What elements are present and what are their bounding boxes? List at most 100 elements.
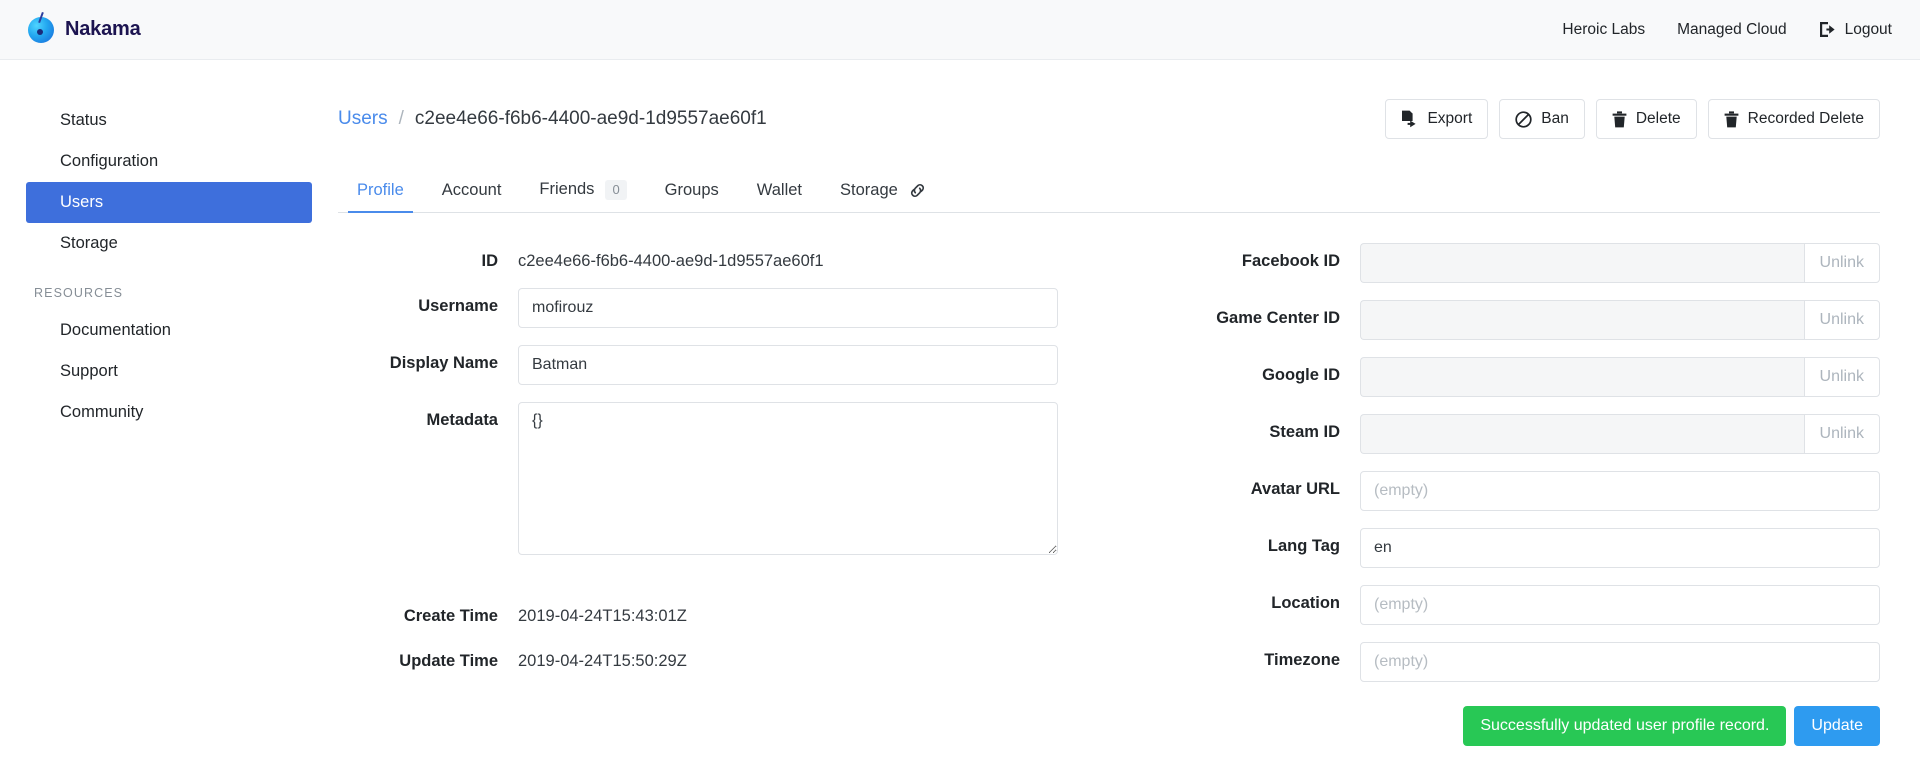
tab-label: Groups	[664, 180, 719, 199]
nav-link-label: Managed Cloud	[1677, 20, 1787, 38]
brand[interactable]: Nakama	[28, 16, 141, 43]
delete-button-label: Delete	[1635, 110, 1681, 127]
field-row-id: ID c2ee4e66-f6b6-4400-ae9d-1d9557ae60f1	[338, 243, 1058, 271]
steam-unlink-button[interactable]: Unlink	[1803, 413, 1880, 454]
recorded-delete-button[interactable]: Recorded Delete	[1707, 99, 1880, 139]
field-row-username: Username	[338, 287, 1058, 328]
sign-out-icon	[1819, 21, 1838, 38]
metadata-textarea[interactable]: {}	[518, 401, 1058, 555]
sidebar-section-resources: RESOURCES	[34, 286, 124, 300]
field-row-update-time: Update Time 2019-04-24T15:50:29Z	[338, 643, 1058, 671]
field-row-display-name: Display Name	[338, 344, 1058, 385]
lang-tag-input[interactable]	[1360, 527, 1880, 568]
timezone-input[interactable]	[1360, 641, 1880, 682]
export-button-label: Export	[1427, 110, 1473, 127]
steam-id-input	[1360, 413, 1804, 454]
avatar-url-input[interactable]	[1360, 470, 1880, 511]
form-footer: Successfully updated user profile record…	[1160, 705, 1880, 746]
sidebar-item-storage[interactable]: Storage	[26, 223, 312, 264]
tab-friends[interactable]: Friends 0	[520, 170, 645, 212]
breadcrumb-current-user-id: c2ee4e66-f6b6-4400-ae9d-1d9557ae60f1	[414, 108, 767, 129]
sidebar-item-label: Community	[60, 403, 144, 421]
location-input[interactable]	[1360, 584, 1880, 625]
timezone-label: Timezone	[1264, 650, 1340, 669]
tab-account[interactable]: Account	[423, 171, 521, 212]
sidebar-item-label: Status	[60, 111, 107, 129]
sidebar-item-users[interactable]: Users	[26, 182, 312, 223]
trash-icon	[1724, 110, 1739, 128]
nav-link-managed-cloud[interactable]: Managed Cloud	[1677, 21, 1786, 39]
update-time-value: 2019-04-24T15:50:29Z	[518, 651, 687, 670]
game-center-id-input	[1360, 299, 1804, 340]
nav-link-heroic-labs[interactable]: Heroic Labs	[1562, 21, 1645, 39]
display-name-input[interactable]	[518, 344, 1058, 385]
sidebar: Status Configuration Users Storage RESOU…	[0, 60, 330, 761]
sidebar-item-documentation[interactable]: Documentation	[26, 310, 312, 351]
id-value: c2ee4e66-f6b6-4400-ae9d-1d9557ae60f1	[518, 251, 824, 270]
lang-tag-label: Lang Tag	[1267, 536, 1340, 555]
tab-bar: Profile Account Friends 0 Groups Wallet …	[338, 170, 1880, 213]
action-buttons: Export Ban Delete Recorded Delete	[1385, 99, 1880, 139]
tab-storage[interactable]: Storage	[821, 171, 945, 212]
sidebar-item-community[interactable]: Community	[26, 392, 312, 433]
google-unlink-button[interactable]: Unlink	[1803, 356, 1880, 397]
field-row-timezone: Timezone	[1160, 641, 1880, 682]
facebook-id-input	[1360, 242, 1804, 283]
facebook-unlink-button[interactable]: Unlink	[1803, 242, 1880, 283]
tab-label: Wallet	[756, 180, 803, 199]
field-row-create-time: Create Time 2019-04-24T15:43:01Z	[338, 598, 1058, 626]
link-icon	[909, 182, 926, 199]
sidebar-item-label: Documentation	[60, 321, 171, 339]
update-button[interactable]: Update	[1794, 705, 1880, 746]
profile-form-right-column: Facebook ID Unlink Game Center ID Unlink	[1098, 242, 1880, 746]
profile-form: ID c2ee4e66-f6b6-4400-ae9d-1d9557ae60f1 …	[338, 242, 1880, 746]
breadcrumb-link-users[interactable]: Users	[338, 108, 388, 130]
ban-button-label: Ban	[1541, 110, 1569, 127]
nakama-logo-icon	[28, 16, 54, 43]
nav-link-logout[interactable]: Logout	[1819, 21, 1892, 39]
location-label: Location	[1271, 593, 1340, 612]
sidebar-item-status[interactable]: Status	[26, 100, 312, 141]
facebook-id-label: Facebook ID	[1241, 251, 1340, 270]
export-button[interactable]: Export	[1385, 99, 1489, 139]
google-id-label: Google ID	[1262, 365, 1340, 384]
field-row-google-id: Google ID Unlink	[1160, 356, 1880, 397]
breadcrumb-separator: /	[398, 108, 404, 129]
profile-form-left-column: ID c2ee4e66-f6b6-4400-ae9d-1d9557ae60f1 …	[338, 243, 1098, 746]
username-label: Username	[418, 296, 498, 315]
metadata-label: Metadata	[426, 410, 498, 429]
field-row-avatar-url: Avatar URL	[1160, 470, 1880, 511]
ban-button[interactable]: Ban	[1499, 99, 1585, 139]
field-row-steam-id: Steam ID Unlink	[1160, 413, 1880, 454]
sidebar-item-configuration[interactable]: Configuration	[26, 141, 312, 182]
create-time-value: 2019-04-24T15:43:01Z	[518, 606, 687, 625]
create-time-label: Create Time	[403, 606, 498, 625]
field-row-facebook-id: Facebook ID Unlink	[1160, 242, 1880, 283]
sidebar-item-support[interactable]: Support	[26, 351, 312, 392]
google-id-input	[1360, 356, 1804, 397]
sidebar-item-label: Configuration	[60, 152, 159, 170]
avatar-url-label: Avatar URL	[1250, 479, 1340, 498]
game-center-unlink-button[interactable]: Unlink	[1803, 299, 1880, 340]
delete-button[interactable]: Delete	[1595, 99, 1697, 139]
username-input[interactable]	[518, 287, 1058, 328]
tab-wallet[interactable]: Wallet	[738, 171, 821, 212]
field-row-location: Location	[1160, 584, 1880, 625]
file-export-icon	[1401, 110, 1418, 128]
tab-label: Friends	[539, 180, 595, 199]
tab-profile[interactable]: Profile	[338, 171, 423, 213]
tab-groups[interactable]: Groups	[646, 171, 738, 212]
nav-link-label: Heroic Labs	[1562, 20, 1646, 38]
tab-label: Account	[441, 180, 502, 199]
nav-link-label: Logout	[1844, 20, 1892, 38]
sidebar-item-label: Support	[60, 362, 118, 380]
brand-name: Nakama	[65, 18, 141, 40]
display-name-label: Display Name	[389, 353, 498, 372]
id-label: ID	[481, 251, 499, 270]
main-content: Users / c2ee4e66-f6b6-4400-ae9d-1d9557ae…	[330, 60, 1920, 761]
tab-label: Storage	[840, 180, 898, 199]
update-time-label: Update Time	[399, 651, 498, 670]
navbar-links: Heroic Labs Managed Cloud Logout	[1562, 21, 1892, 39]
sidebar-item-label: Users	[60, 193, 104, 211]
game-center-id-label: Game Center ID	[1216, 308, 1340, 327]
